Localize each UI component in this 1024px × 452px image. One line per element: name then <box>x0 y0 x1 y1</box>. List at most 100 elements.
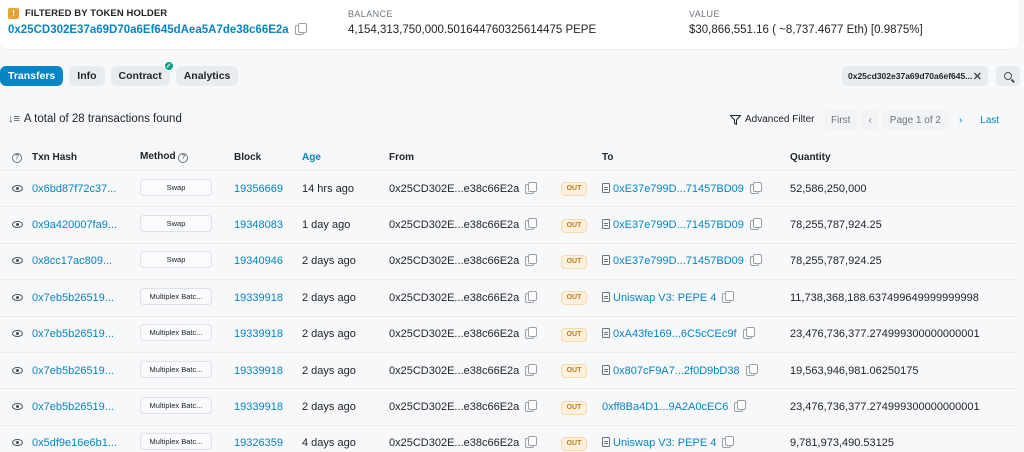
block-link[interactable]: 19348083 <box>234 219 302 231</box>
th-age-toggle[interactable]: Age <box>302 152 389 163</box>
direction-cell: OUT <box>561 400 602 415</box>
block-link[interactable]: 19340946 <box>234 255 302 267</box>
next-page-button[interactable]: › <box>952 110 969 130</box>
from-address: 0x25CD302E...e38c66E2a <box>389 437 520 450</box>
row-preview[interactable] <box>0 401 32 413</box>
block-link[interactable]: 19339918 <box>234 365 302 377</box>
txn-hash-link[interactable]: 0x6bd87f72c37... <box>32 183 140 195</box>
th-from: From <box>389 151 414 163</box>
block-link[interactable]: 19339918 <box>234 401 302 413</box>
prev-page-button[interactable]: ‹ <box>861 110 879 130</box>
txn-hash-link[interactable]: 0x5df9e16e6b1... <box>32 437 140 449</box>
block-link[interactable]: 19339918 <box>234 328 302 340</box>
th-method-label: Method <box>140 151 176 163</box>
copy-icon[interactable] <box>525 254 538 267</box>
eye-icon[interactable] <box>12 330 23 338</box>
from-cell: 0x25CD302E...e38c66E2a <box>389 436 561 450</box>
table-row: 0x6bd87f72c37... Swap 19356669 14 hrs ago 0x… <box>0 170 1018 206</box>
tab-contract-label: Contract <box>118 70 162 82</box>
eye-icon[interactable] <box>12 366 23 374</box>
close-icon[interactable]: ✕ <box>973 70 982 83</box>
advanced-filter-button[interactable]: Advanced Filter <box>730 114 814 125</box>
txn-hash-link[interactable]: 0x7eb5b26519... <box>32 401 140 413</box>
row-preview[interactable] <box>0 219 32 231</box>
eye-icon[interactable] <box>12 293 23 301</box>
from-cell: 0x25CD302E...e38c66E2a <box>389 181 561 195</box>
copy-icon[interactable] <box>749 254 762 267</box>
txn-hash-link[interactable]: 0x9a420007fa9... <box>32 219 140 231</box>
block-link[interactable]: 19326359 <box>234 437 302 449</box>
row-preview[interactable] <box>0 292 32 304</box>
age-text: 2 days ago <box>302 364 356 377</box>
tab-info[interactable]: Info <box>69 66 105 86</box>
contract-icon <box>602 364 610 375</box>
to-address-link[interactable]: 0x807cF9A7...2f0D9bD38 <box>602 364 740 377</box>
address-filter-chip[interactable]: 0x25cd302e37a69d70a6ef645... ✕ <box>842 66 988 86</box>
to-cell: 0xE37e799D...71457BD09 <box>602 254 790 267</box>
search-button[interactable] <box>996 66 1020 86</box>
method-badge: Multiplex Batc... <box>140 360 212 378</box>
out-badge: OUT <box>561 291 587 306</box>
copy-icon[interactable] <box>525 363 538 376</box>
tab-transfers[interactable]: Transfers <box>0 66 64 86</box>
holder-address-link[interactable]: 0x25CD302E37a69D70a6Ef645dAea5A7de38c66E… <box>8 24 289 36</box>
from-address: 0x25CD302E...e38c66E2a <box>389 291 520 304</box>
eye-icon[interactable] <box>12 184 23 192</box>
to-address-link[interactable]: 0xff8Ba4D1...9A2A0cEC6 <box>602 401 728 413</box>
to-address-link[interactable]: 0xE37e799D...71457BD09 <box>602 219 744 231</box>
row-preview[interactable] <box>0 183 32 195</box>
last-page-button[interactable]: Last <box>973 110 1006 130</box>
to-cell: 0xE37e799D...71457BD09 <box>602 218 790 231</box>
row-preview[interactable] <box>0 328 32 340</box>
to-address-link[interactable]: 0xA43fe169...6C5cCEc9f <box>602 328 737 340</box>
eye-icon[interactable] <box>12 221 23 229</box>
copy-icon[interactable] <box>294 23 307 35</box>
first-page-button[interactable]: First <box>824 110 858 130</box>
txn-hash-link[interactable]: 0x7eb5b26519... <box>32 292 140 304</box>
help-icon[interactable]: ? <box>178 152 189 163</box>
tab-analytics[interactable]: Analytics <box>175 66 239 86</box>
to-address-text: Uniswap V3: PEPE 4 <box>613 291 717 304</box>
copy-icon[interactable] <box>525 327 538 340</box>
holder-address-row: 0x25CD302E37a69D70a6Ef645dAea5A7de38c66E… <box>8 23 307 36</box>
from-cell: 0x25CD302E...e38c66E2a <box>389 290 561 304</box>
tab-contract[interactable]: Contract ✓ <box>110 61 174 86</box>
table-row: 0x7eb5b26519... Multiplex Batc... 19339918… <box>0 279 1018 315</box>
to-address-link[interactable]: 0xE37e799D...71457BD09 <box>602 255 744 267</box>
direction-cell: OUT <box>561 363 602 379</box>
eye-icon[interactable] <box>12 439 23 447</box>
copy-icon[interactable] <box>722 290 735 303</box>
row-preview[interactable] <box>0 437 32 449</box>
method-cell: Multiplex Batc... <box>140 324 234 344</box>
copy-icon[interactable] <box>734 400 747 413</box>
copy-icon[interactable] <box>525 290 538 303</box>
row-preview[interactable] <box>0 255 32 267</box>
block-link[interactable]: 19356669 <box>234 183 302 195</box>
to-address-link[interactable]: Uniswap V3: PEPE 4 <box>602 437 716 449</box>
sort-icon[interactable]: ↓≡ <box>8 113 20 125</box>
copy-icon[interactable] <box>749 181 762 194</box>
eye-icon[interactable] <box>12 403 23 411</box>
from-cell: 0x25CD302E...e38c66E2a <box>389 363 561 377</box>
copy-icon[interactable] <box>745 363 758 376</box>
copy-icon[interactable] <box>525 436 538 449</box>
copy-icon[interactable] <box>722 436 735 449</box>
txn-hash-link[interactable]: 0x7eb5b26519... <box>32 328 140 340</box>
copy-icon[interactable] <box>749 218 762 231</box>
row-preview[interactable] <box>0 365 32 377</box>
txn-hash-link[interactable]: 0x7eb5b26519... <box>32 365 140 377</box>
eye-icon[interactable] <box>12 257 23 265</box>
block-link[interactable]: 19339918 <box>234 292 302 304</box>
help-icon[interactable]: ? <box>12 152 22 163</box>
contract-icon <box>602 328 610 339</box>
to-address-link[interactable]: Uniswap V3: PEPE 4 <box>602 291 717 304</box>
method-badge: Multiplex Batc... <box>140 324 212 342</box>
copy-icon[interactable] <box>525 181 538 194</box>
copy-icon[interactable] <box>525 400 538 413</box>
method-cell: Multiplex Batc... <box>140 360 234 381</box>
to-address-link[interactable]: 0xE37e799D...71457BD09 <box>602 182 744 195</box>
copy-icon[interactable] <box>742 327 755 340</box>
summary-text: A total of 28 transactions found <box>23 113 182 125</box>
copy-icon[interactable] <box>525 218 538 231</box>
txn-hash-link[interactable]: 0x8cc17ac809... <box>32 255 140 267</box>
